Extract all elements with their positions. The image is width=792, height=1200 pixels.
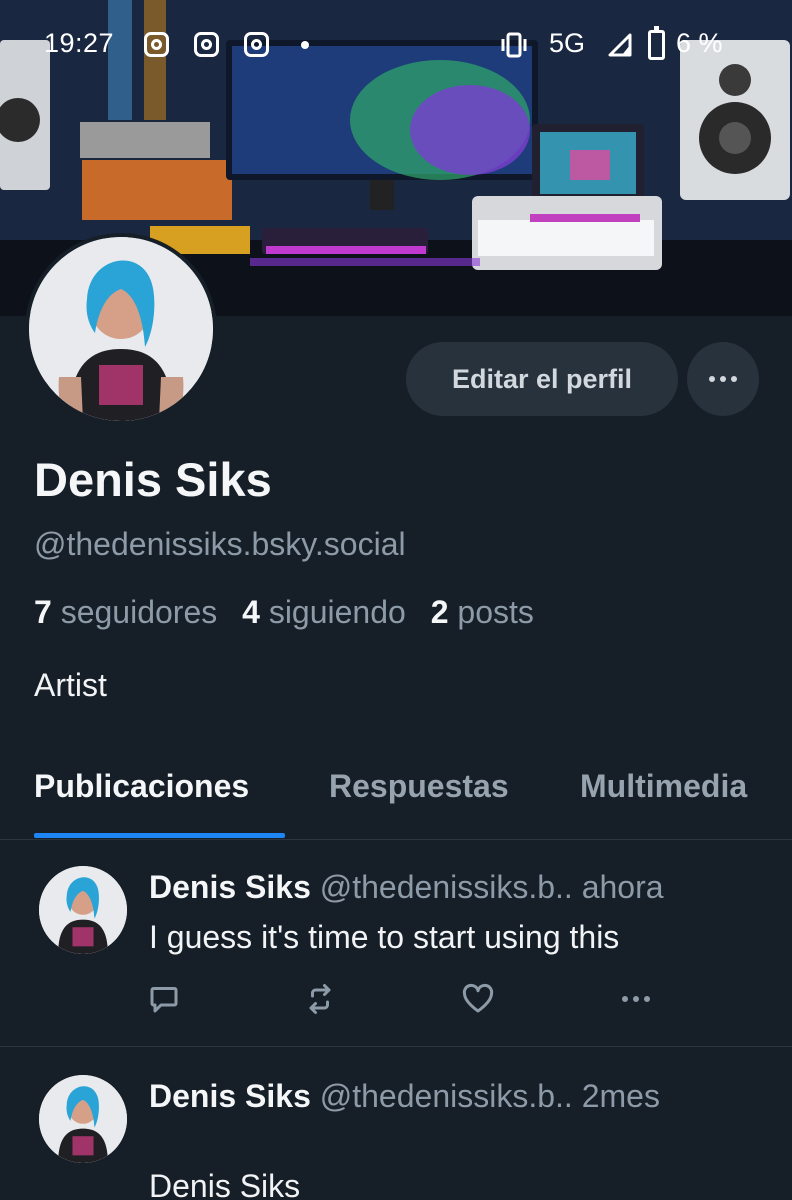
repost-button[interactable] (302, 981, 338, 1017)
posts-stat: 2 posts (430, 594, 534, 630)
post-author-name[interactable]: Denis Siks (149, 869, 311, 905)
more-horizontal-icon (709, 376, 737, 382)
profile-handle: @thedenissiks.bsky.social (34, 526, 406, 562)
notification-dot-icon (301, 41, 309, 49)
like-icon (462, 983, 494, 1013)
post-timestamp: 2mes (581, 1078, 660, 1114)
network-type: 5G (549, 28, 586, 58)
post-avatar[interactable] (39, 866, 127, 954)
post-header: Denis Siks @thedenissiks.b.. 2mes (149, 1078, 660, 1115)
post-text: I guess it's time to start using this (149, 919, 620, 955)
post-author-handle[interactable]: @thedenissiks.b.. (320, 1078, 573, 1114)
more-horizontal-icon (622, 996, 650, 1002)
instagram-icon (244, 32, 269, 57)
profile-stats: 7 seguidores 4 siguiendo 2 posts (34, 594, 550, 631)
repost-icon (309, 984, 331, 1014)
profile-bio: Artist (34, 667, 107, 703)
status-time: 19:27 (44, 28, 115, 58)
post-header: Denis Siks @thedenissiks.b.. ahora (149, 869, 664, 906)
battery-level: 6 % (676, 28, 723, 58)
instagram-icon (194, 32, 219, 57)
battery-icon (648, 26, 665, 60)
post-text: Denis Siks (149, 1168, 301, 1200)
profile-tabs: Publicaciones Respuestas Multimedia (0, 760, 792, 840)
reply-button[interactable] (146, 981, 182, 1017)
profile-avatar[interactable] (25, 233, 217, 425)
active-tab-indicator (34, 833, 285, 838)
status-bar: 19:27 5G 6 % (0, 22, 792, 66)
reply-icon (150, 987, 178, 1013)
tab-posts[interactable]: Publicaciones (34, 768, 249, 805)
following-stat[interactable]: 4 siguiendo (242, 594, 406, 630)
post-author-handle[interactable]: @thedenissiks.b.. (320, 869, 573, 905)
post-avatar[interactable] (39, 1075, 127, 1163)
post-author-name[interactable]: Denis Siks (149, 1078, 311, 1114)
edit-profile-button[interactable]: Editar el perfil (406, 342, 678, 416)
vibrate-icon (501, 32, 527, 58)
tab-replies[interactable]: Respuestas (329, 768, 509, 805)
profile-display-name: Denis Siks (34, 453, 272, 506)
post-more-button[interactable] (618, 981, 654, 1017)
instagram-icon (144, 32, 169, 57)
feed-post[interactable]: Denis Siks @thedenissiks.b.. ahora I gue… (0, 841, 792, 1047)
avatar-image (29, 237, 213, 421)
signal-icon (608, 33, 632, 57)
tab-media[interactable]: Multimedia (580, 768, 747, 805)
feed-post[interactable]: Denis Siks @thedenissiks.b.. 2mes Denis … (0, 1048, 792, 1200)
followers-stat[interactable]: 7 seguidores (34, 594, 217, 630)
like-button[interactable] (460, 981, 496, 1017)
profile-more-button[interactable] (687, 342, 759, 416)
avatar-image (39, 866, 127, 954)
post-timestamp: ahora (581, 869, 664, 905)
avatar-image (39, 1075, 127, 1163)
